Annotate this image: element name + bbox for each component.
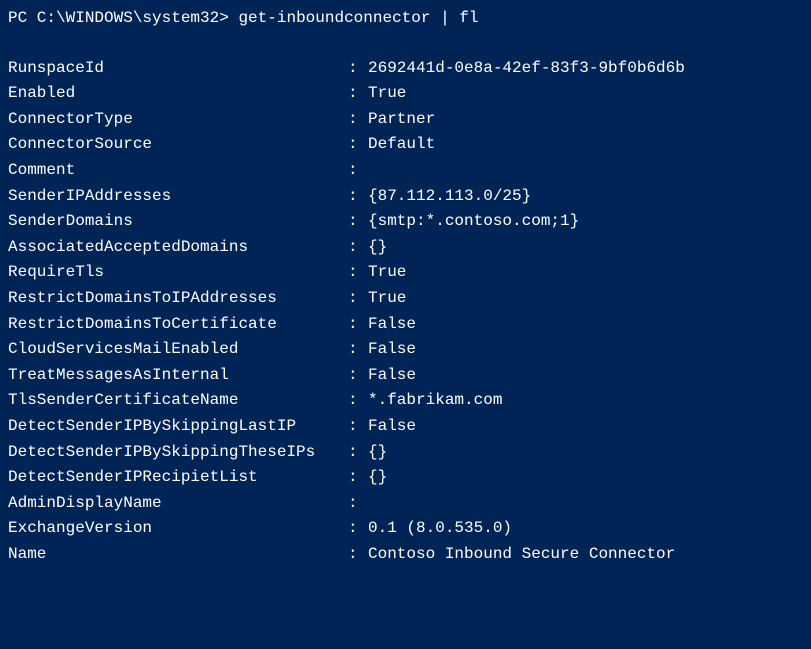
property-value: True (368, 260, 406, 286)
property-name: TlsSenderCertificateName (8, 388, 348, 414)
property-name: CloudServicesMailEnabled (8, 337, 348, 363)
property-name: ConnectorSource (8, 132, 348, 158)
property-separator: : (348, 56, 368, 82)
property-value: {smtp:*.contoso.com;1} (368, 209, 579, 235)
property-value: {} (368, 235, 387, 261)
property-separator: : (348, 542, 368, 568)
property-value: False (368, 337, 416, 363)
output-line: SenderIPAddresses:{87.112.113.0/25} (8, 184, 803, 210)
property-value: False (368, 363, 416, 389)
output-line: Name:Contoso Inbound Secure Connector (8, 542, 803, 568)
property-separator: : (348, 132, 368, 158)
property-name: Comment (8, 158, 348, 184)
property-value: Partner (368, 107, 435, 133)
property-value: 0.1 (8.0.535.0) (368, 516, 512, 542)
output-line: ConnectorSource:Default (8, 132, 803, 158)
property-name: DetectSenderIPRecipietList (8, 465, 348, 491)
property-name: RestrictDomainsToCertificate (8, 312, 348, 338)
property-value: {} (368, 440, 387, 466)
property-name: AdminDisplayName (8, 491, 348, 517)
output-line: AdminDisplayName: (8, 491, 803, 517)
property-separator: : (348, 388, 368, 414)
property-name: AssociatedAcceptedDomains (8, 235, 348, 261)
property-separator: : (348, 440, 368, 466)
property-name: Enabled (8, 81, 348, 107)
property-value: {} (368, 465, 387, 491)
property-name: RestrictDomainsToIPAddresses (8, 286, 348, 312)
property-name: DetectSenderIPBySkippingTheseIPs (8, 440, 348, 466)
command-line: PC C:\WINDOWS\system32> get-inboundconne… (8, 6, 803, 32)
output-line: Comment: (8, 158, 803, 184)
output-line: Enabled:True (8, 81, 803, 107)
property-value: False (368, 414, 416, 440)
property-separator: : (348, 107, 368, 133)
property-name: TreatMessagesAsInternal (8, 363, 348, 389)
property-separator: : (348, 81, 368, 107)
output-line: AssociatedAcceptedDomains:{} (8, 235, 803, 261)
property-name: SenderIPAddresses (8, 184, 348, 210)
property-name: DetectSenderIPBySkippingLastIP (8, 414, 348, 440)
command-text[interactable]: get-inboundconnector | fl (238, 9, 478, 27)
property-value: True (368, 81, 406, 107)
property-value: Contoso Inbound Secure Connector (368, 542, 675, 568)
output-line: RequireTls:True (8, 260, 803, 286)
property-separator: : (348, 235, 368, 261)
property-name: RequireTls (8, 260, 348, 286)
property-name: ExchangeVersion (8, 516, 348, 542)
property-value: True (368, 286, 406, 312)
property-name: SenderDomains (8, 209, 348, 235)
property-separator: : (348, 414, 368, 440)
property-separator: : (348, 286, 368, 312)
property-separator: : (348, 491, 368, 517)
property-separator: : (348, 516, 368, 542)
property-separator: : (348, 337, 368, 363)
property-separator: : (348, 158, 368, 184)
property-name: Name (8, 542, 348, 568)
prompt-text: PC C:\WINDOWS\system32> (8, 9, 229, 27)
property-value: 2692441d-0e8a-42ef-83f3-9bf0b6d6b (368, 56, 685, 82)
property-value: *.fabrikam.com (368, 388, 502, 414)
property-separator: : (348, 312, 368, 338)
output-line: TreatMessagesAsInternal:False (8, 363, 803, 389)
output-line: RestrictDomainsToIPAddresses:True (8, 286, 803, 312)
output-line: DetectSenderIPRecipietList:{} (8, 465, 803, 491)
output-line: RunspaceId:2692441d-0e8a-42ef-83f3-9bf0b… (8, 56, 803, 82)
property-name: RunspaceId (8, 56, 348, 82)
output-line: TlsSenderCertificateName:*.fabrikam.com (8, 388, 803, 414)
property-separator: : (348, 260, 368, 286)
property-value: {87.112.113.0/25} (368, 184, 531, 210)
command-output: RunspaceId:2692441d-0e8a-42ef-83f3-9bf0b… (8, 56, 803, 568)
output-line: DetectSenderIPBySkippingTheseIPs:{} (8, 440, 803, 466)
output-line: SenderDomains:{smtp:*.contoso.com;1} (8, 209, 803, 235)
property-name: ConnectorType (8, 107, 348, 133)
property-separator: : (348, 209, 368, 235)
output-line: ConnectorType:Partner (8, 107, 803, 133)
output-line: RestrictDomainsToCertificate:False (8, 312, 803, 338)
property-separator: : (348, 465, 368, 491)
output-line: CloudServicesMailEnabled:False (8, 337, 803, 363)
property-value: False (368, 312, 416, 338)
output-line: ExchangeVersion:0.1 (8.0.535.0) (8, 516, 803, 542)
property-separator: : (348, 184, 368, 210)
property-value: Default (368, 132, 435, 158)
output-line: DetectSenderIPBySkippingLastIP:False (8, 414, 803, 440)
property-separator: : (348, 363, 368, 389)
